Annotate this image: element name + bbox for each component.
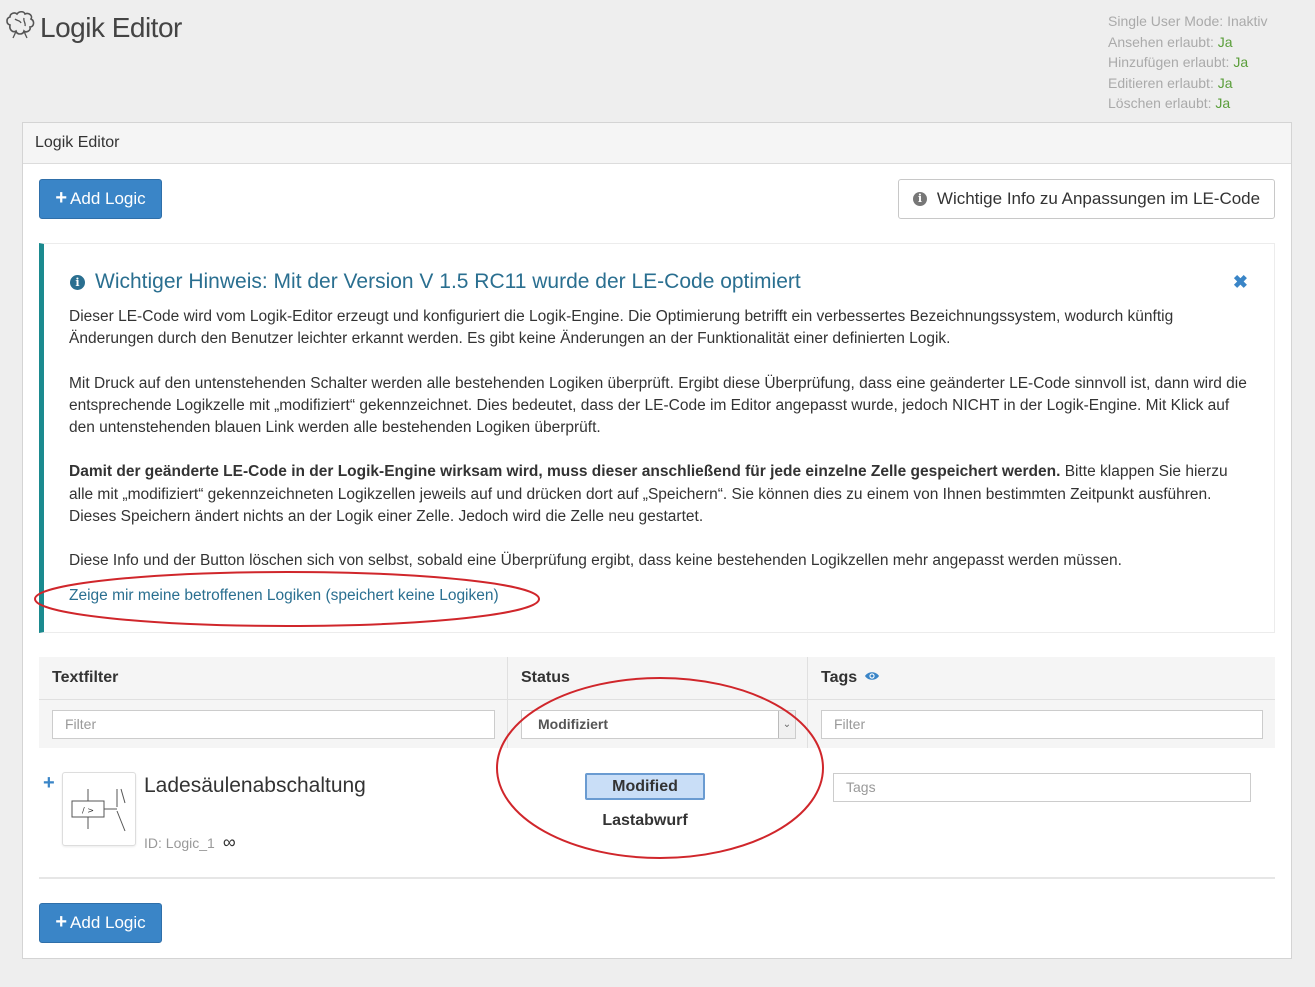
brain-icon [4,10,36,45]
notice-title: i Wichtiger Hinweis: Mit der Version V 1… [70,270,801,294]
close-icon[interactable]: ✖ [1233,272,1248,293]
status-column: Status Modifiziert ⌄ [507,657,807,748]
expand-icon[interactable]: + [43,772,55,795]
tags-filter-input[interactable]: Filter [821,710,1263,739]
affected-logics-link[interactable]: Zeige mir meine betroffenen Logiken (spe… [69,585,1249,607]
info-icon: i [912,192,927,206]
tags-header: Tags [808,657,1275,700]
add-logic-button[interactable]: + Add Logic [39,179,162,219]
textfilter-input[interactable]: Filter [52,710,495,739]
panel-heading: Logik Editor [23,123,1291,164]
status-header: Status [508,657,807,700]
permissions-list: Single User Mode: Inaktiv Ansehen erlaub… [1108,11,1268,114]
notice-body: Dieser LE-Code wird vom Logik-Editor erz… [69,306,1249,607]
thumb-label: / > [82,806,94,815]
notice-paragraph: Dieser LE-Code wird vom Logik-Editor erz… [69,308,1174,348]
info-icon: i [70,274,85,290]
divider [39,877,1275,879]
logic-name[interactable]: Ladesäulenabschaltung [144,774,366,798]
tags-column: Tags Filter [807,657,1275,748]
notice-paragraph: Mit Druck auf den untenstehenden Schalte… [69,374,1247,437]
app-title: Logik Editor [40,11,182,43]
logic-tags-input[interactable]: Tags [833,773,1251,802]
plus-icon: + [55,910,68,933]
add-logic-button-bottom[interactable]: + Add Logic [39,903,162,943]
infinity-icon: ∞ [222,832,236,852]
info-le-code-button[interactable]: i Wichtige Info zu Anpassungen im LE-Cod… [898,179,1275,219]
status-select[interactable]: Modifiziert ⌄ [521,710,796,739]
textfilter-header: Textfilter [39,657,507,700]
status-badge: Modified [585,773,705,800]
notice-paragraph: Damit der geänderte LE-Code in der Logik… [69,463,1228,526]
logic-thumbnail[interactable]: / > [62,772,136,846]
permission-edit: Editieren erlaubt: Ja [1108,74,1233,91]
permission-view: Ansehen erlaubt: Ja [1108,33,1233,50]
eye-icon[interactable] [864,657,880,699]
filter-table: Textfilter Filter Status Modifiziert ⌄ T… [39,657,1275,748]
plus-icon: + [55,186,68,209]
textfilter-column: Textfilter Filter [39,657,507,748]
notice-box: i Wichtiger Hinweis: Mit der Version V 1… [39,243,1275,633]
app-header: Logik Editor [4,10,182,45]
permission-delete: Löschen erlaubt: Ja [1108,95,1231,111]
logic-id: ID: Logic_1 ∞ [144,832,236,852]
logic-editor-panel: Logik Editor + Add Logic i Wichtige Info… [22,122,1292,959]
permission-single-user: Single User Mode: Inaktiv [1108,13,1268,29]
status-text: Lastabwurf [602,812,688,829]
notice-paragraph: Diese Info und der Button löschen sich v… [69,552,1122,570]
logic-row: + / > Ladesäulenabschaltung ID: Logic_1 … [39,768,1275,878]
chevron-down-icon: ⌄ [778,711,795,738]
permission-add: Hinzufügen erlaubt: Ja [1108,54,1249,70]
